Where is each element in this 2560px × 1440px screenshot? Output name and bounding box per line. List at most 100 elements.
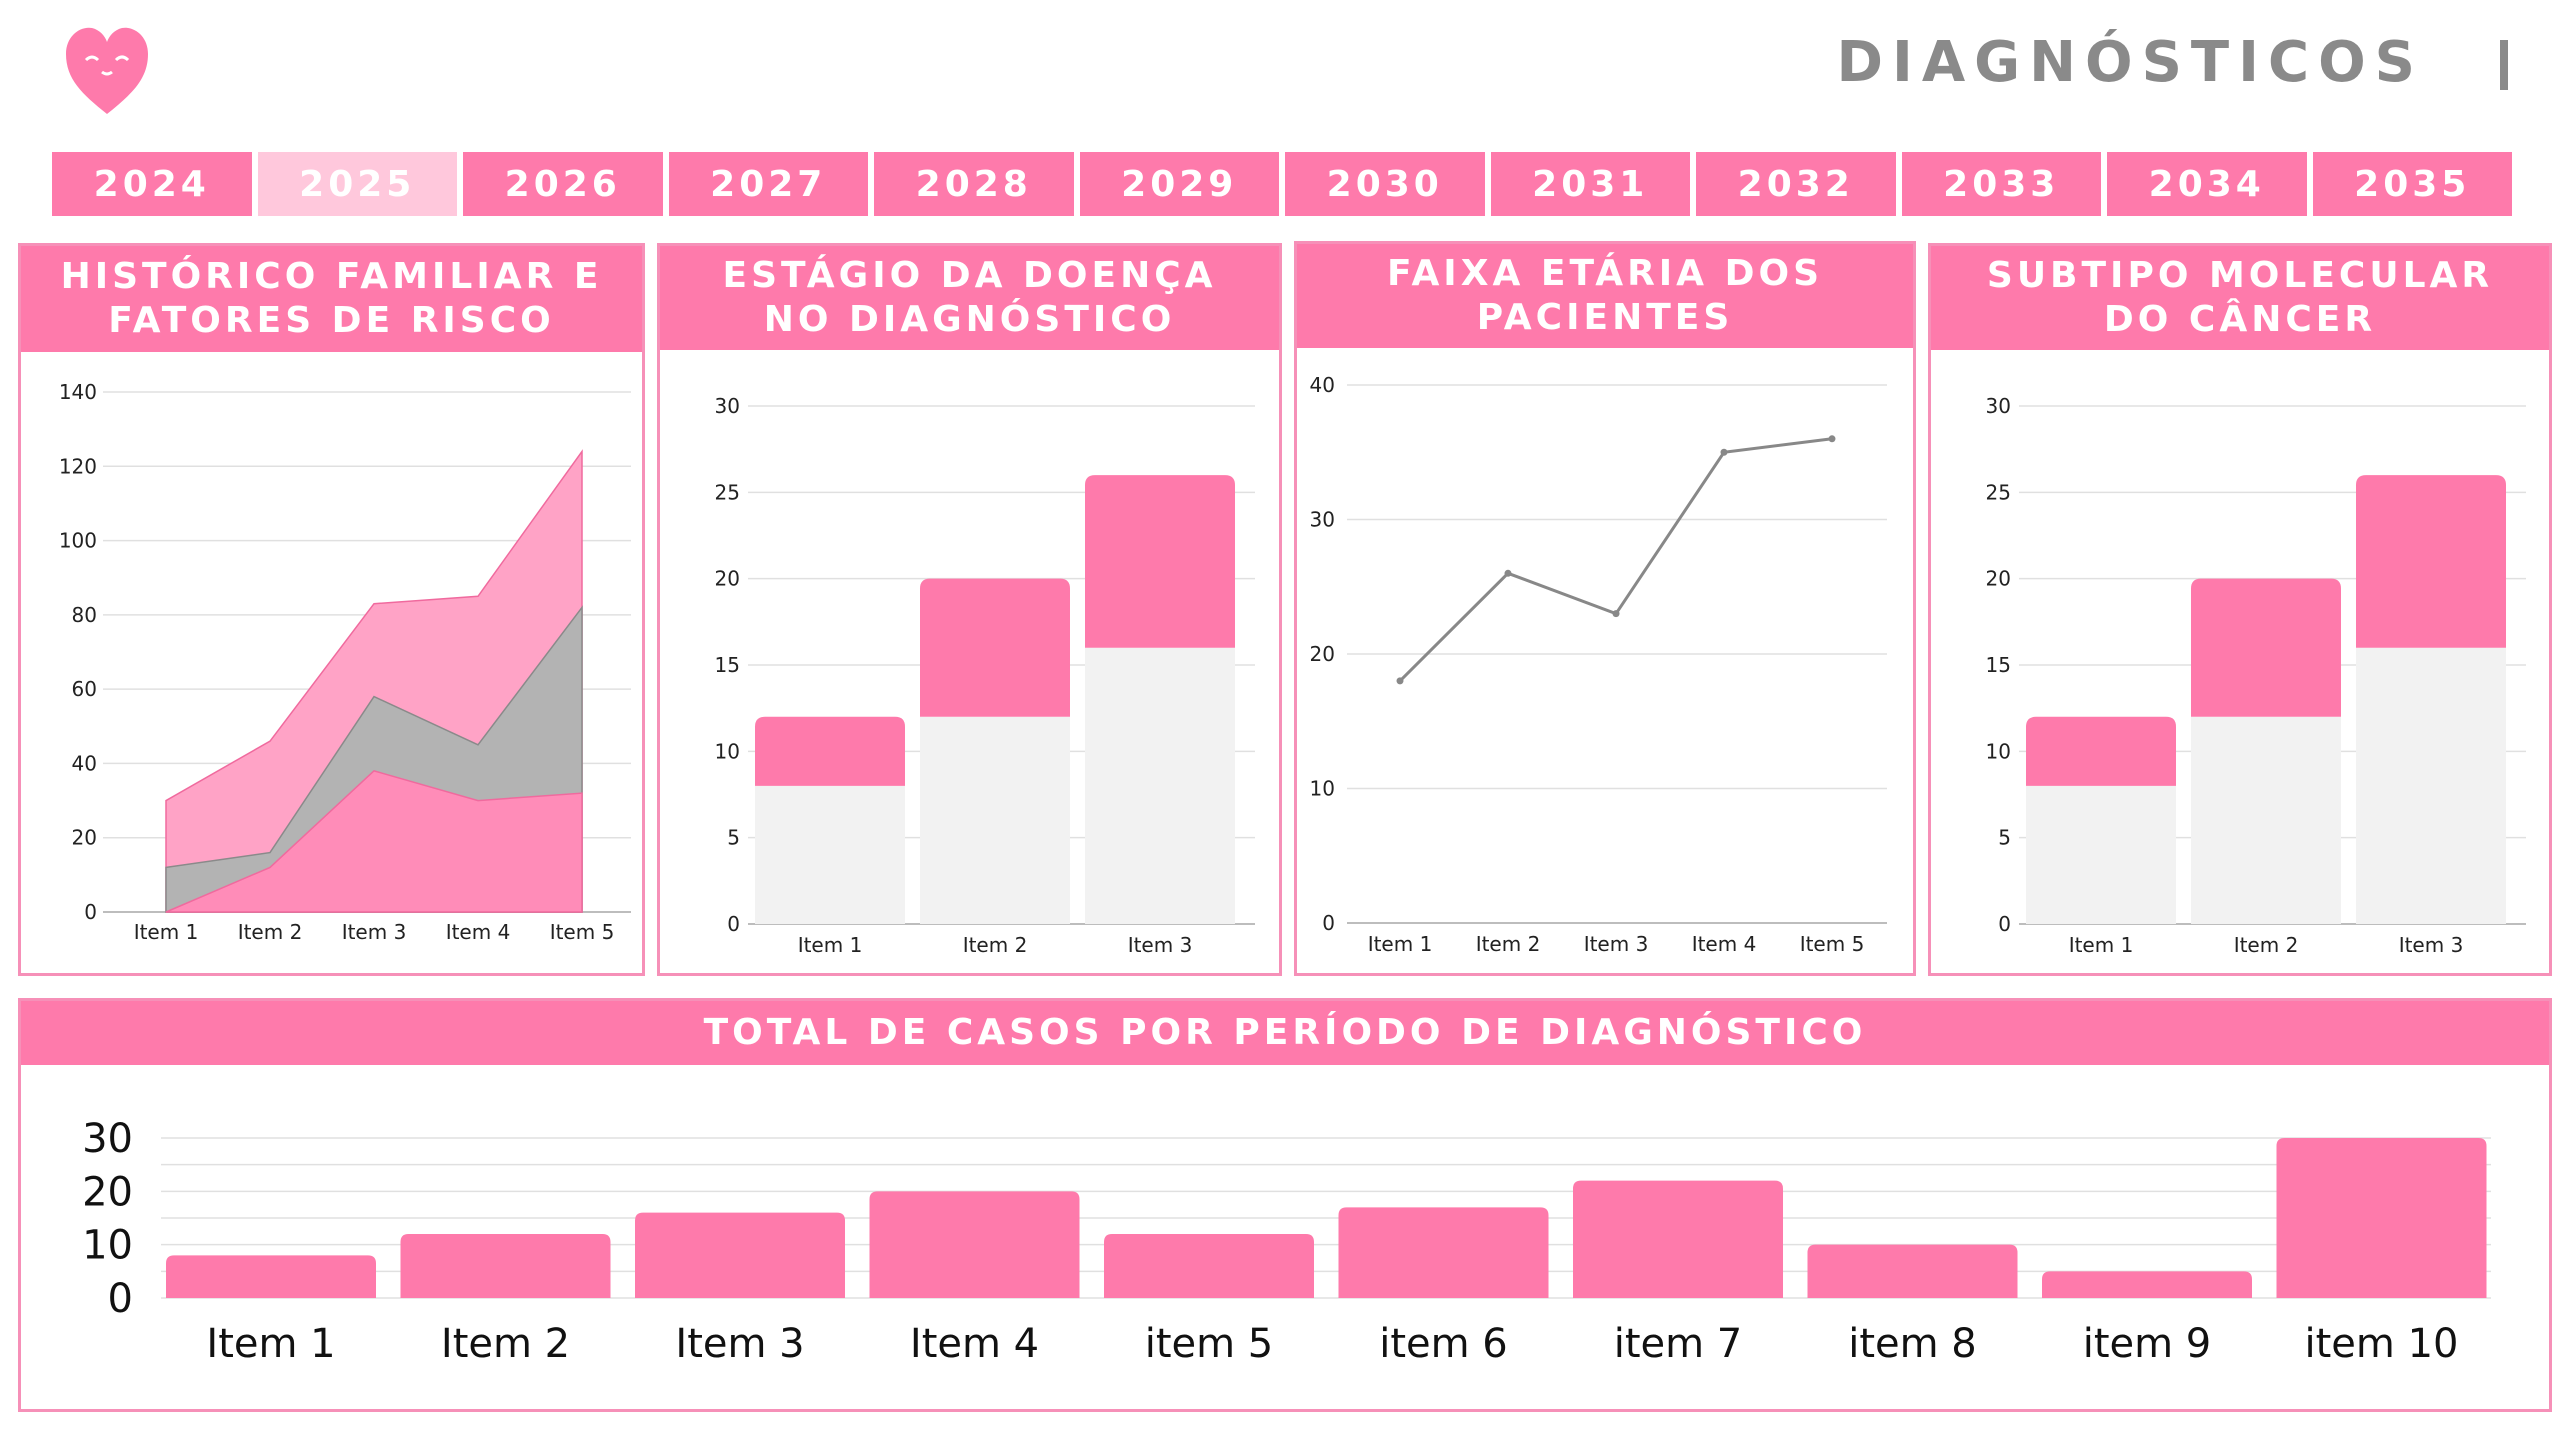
tab-year-2028[interactable]: 2028: [874, 152, 1074, 216]
x-tick-label: Item 1: [1368, 932, 1433, 956]
bar: [2042, 1271, 2252, 1298]
x-tick-label: item 6: [1379, 1321, 1508, 1367]
x-tick-label: Item 3: [675, 1321, 804, 1367]
bar: [1104, 1234, 1314, 1298]
y-tick-label: 140: [59, 380, 97, 404]
x-tick-label: Item 1: [134, 920, 199, 944]
y-tick-label: 5: [727, 826, 740, 850]
bar: [1338, 1207, 1549, 1298]
y-tick-label: 15: [715, 653, 740, 677]
x-tick-label: item 8: [1848, 1321, 1977, 1367]
x-tick-label: Item 4: [446, 920, 511, 944]
family-history-area-chart: 0 20 40 60 80 100 120 140 Item 1 Item 2 Item 3 Item…: [59, 380, 631, 944]
family-history-panel: HISTÓRICO FAMILIAR E FATORES DE RISCO 0 2…: [18, 243, 645, 976]
disease-stage-panel: ESTÁGIO DA DOENÇA NO DIAGNÓSTICO 0 5 10 15 2…: [657, 243, 1282, 976]
bar-segment: [2026, 785, 2176, 924]
tab-year-2031[interactable]: 2031: [1490, 152, 1690, 216]
tab-year-2033[interactable]: 2033: [1901, 152, 2101, 216]
y-tick-label: 10: [82, 1223, 133, 1269]
bar: [400, 1234, 611, 1298]
y-tick-label: 10: [1986, 739, 2011, 763]
bar-segment: [2356, 475, 2506, 648]
page-title: DIAGNÓSTICOS: [1836, 30, 2424, 95]
y-tick-label: 40: [1310, 373, 1335, 397]
y-tick-label: 30: [1310, 508, 1335, 532]
x-tick-label: item 9: [2083, 1321, 2212, 1367]
y-tick-label: 80: [72, 603, 97, 627]
y-tick-label: 20: [1310, 642, 1335, 666]
panel-title: SUBTIPO MOLECULAR DO CÂNCER: [1931, 246, 2549, 350]
x-tick-label: Item 2: [238, 920, 303, 944]
bar: [635, 1212, 845, 1298]
molecular-subtype-bar-chart: 0 5 10 15 20 25 30 Item 1 Item 2 Item 3: [1986, 394, 2526, 957]
bar-segment: [755, 716, 905, 786]
y-tick-label: 0: [727, 912, 740, 936]
age-range-panel: FAIXA ETÁRIA DOS PACIENTES 0 10 20 30 40 Item…: [1294, 241, 1916, 976]
bar-segment: [2026, 716, 2176, 786]
tab-year-2030[interactable]: 2030: [1285, 152, 1485, 216]
bar-segment: [2191, 716, 2341, 924]
y-tick-label: 20: [715, 567, 740, 591]
y-tick-label: 40: [72, 751, 97, 775]
y-tick-label: 0: [1322, 911, 1335, 935]
x-tick-label: Item 4: [1692, 932, 1757, 956]
x-tick-label: Item 2: [441, 1321, 570, 1367]
bar-segment: [920, 578, 1070, 717]
x-tick-label: Item 2: [1476, 932, 1541, 956]
tab-year-2034[interactable]: 2034: [2107, 152, 2307, 216]
y-tick-label: 0: [108, 1276, 133, 1322]
tab-year-2032[interactable]: 2032: [1696, 152, 1896, 216]
y-tick-label: 20: [82, 1169, 133, 1215]
x-tick-label: item 10: [2305, 1321, 2459, 1367]
line-series: [1398, 437, 1833, 682]
total-cases-bar-chart: 0 10 20 30 Item 1 Item 2 Item 3 Item 4 item 5 ite…: [82, 1116, 2491, 1367]
age-range-line-chart: 0 10 20 30 40 Item 1 Item 2 Item 3 Item 4 Item 5: [1310, 373, 1887, 956]
x-tick-label: Item 2: [963, 933, 1028, 957]
tab-year-2024[interactable]: 2024: [52, 152, 252, 216]
bar-segment: [920, 716, 1070, 924]
bar: [166, 1255, 376, 1298]
y-tick-label: 30: [715, 394, 740, 418]
y-tick-label: 100: [59, 529, 97, 553]
y-tick-label: 60: [72, 677, 97, 701]
x-tick-label: Item 3: [342, 920, 407, 944]
title-divider: [2500, 40, 2508, 90]
y-tick-label: 30: [82, 1116, 133, 1162]
x-tick-label: Item 2: [2234, 933, 2299, 957]
molecular-subtype-panel: SUBTIPO MOLECULAR DO CÂNCER 0 5 10 15 20 25 30…: [1928, 243, 2552, 976]
bar: [869, 1191, 1080, 1298]
line-point: [1504, 569, 1512, 577]
bar-segment: [2356, 647, 2506, 924]
x-tick-label: Item 5: [550, 920, 615, 944]
y-tick-label: 0: [1998, 912, 2011, 936]
x-tick-label: Item 1: [2069, 933, 2134, 957]
heart-face-logo-icon: [62, 24, 152, 116]
x-tick-label: Item 4: [910, 1321, 1039, 1367]
line-point: [1612, 610, 1620, 618]
y-tick-label: 5: [1998, 826, 2011, 850]
y-tick-label: 25: [715, 480, 740, 504]
tab-year-2029[interactable]: 2029: [1079, 152, 1279, 216]
x-tick-label: Item 1: [798, 933, 863, 957]
tab-year-2025[interactable]: 2025: [257, 152, 457, 216]
tab-year-2026[interactable]: 2026: [463, 152, 663, 216]
year-tabs: 2024 2025 2026 2027 2028 2029 2030 2031 …: [52, 152, 2512, 216]
bar-segment: [1085, 475, 1235, 648]
tab-year-2027[interactable]: 2027: [668, 152, 868, 216]
x-tick-label: Item 1: [206, 1321, 335, 1367]
x-tick-label: Item 3: [1128, 933, 1193, 957]
panel-title: HISTÓRICO FAMILIAR E FATORES DE RISCO: [21, 246, 642, 352]
y-tick-label: 20: [1986, 567, 2011, 591]
bar: [2276, 1138, 2487, 1298]
y-tick-label: 0: [84, 900, 97, 924]
x-tick-label: Item 3: [1584, 932, 1649, 956]
y-tick-label: 15: [1986, 653, 2011, 677]
bar: [1573, 1180, 1783, 1298]
panel-title: TOTAL DE CASOS POR PERÍODO DE DIAGNÓSTIC…: [21, 1001, 2549, 1065]
y-tick-label: 10: [1310, 777, 1335, 801]
x-tick-label: Item 3: [2399, 933, 2464, 957]
x-tick-label: item 5: [1145, 1321, 1274, 1367]
total-cases-panel: TOTAL DE CASOS POR PERÍODO DE DIAGNÓSTIC…: [18, 998, 2552, 1412]
tab-year-2035[interactable]: 2035: [2312, 152, 2512, 216]
bar: [1807, 1244, 2018, 1298]
